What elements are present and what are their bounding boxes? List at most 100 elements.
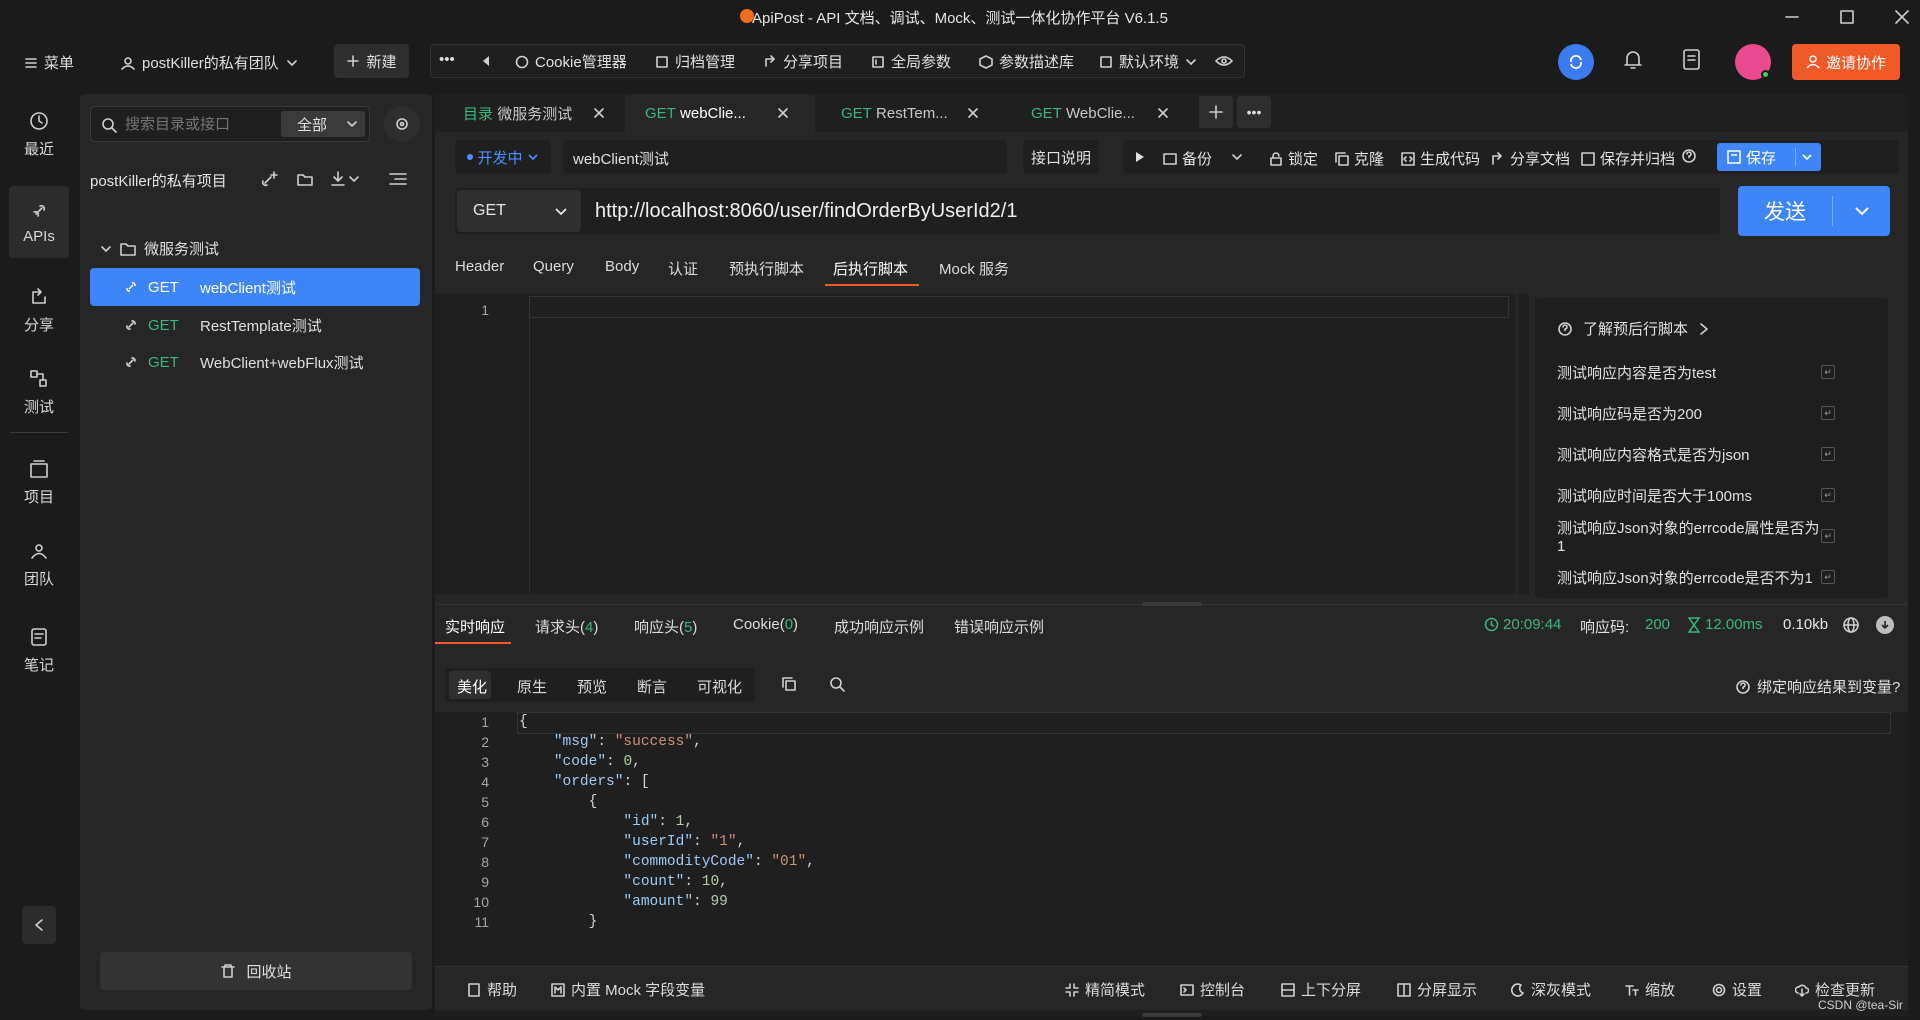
- cookie-manager-button[interactable]: Cookie管理器: [515, 51, 627, 72]
- send-button[interactable]: 发送: [1738, 186, 1890, 236]
- mock-vars-button[interactable]: 内置 Mock 字段变量: [551, 979, 705, 1000]
- script-editor[interactable]: 1: [435, 294, 1515, 594]
- collapse-nav-button[interactable]: [22, 906, 56, 944]
- bell-icon[interactable]: [1622, 48, 1644, 72]
- editor-scrollbar[interactable]: [1519, 294, 1529, 594]
- zoom-button[interactable]: 缩放: [1625, 979, 1675, 1000]
- params-lib-button[interactable]: 参数描述库: [979, 51, 1074, 72]
- nav-item-recent[interactable]: 最近: [9, 98, 69, 170]
- new-button[interactable]: 新建: [334, 44, 409, 78]
- view-tab-assert[interactable]: 断言: [637, 676, 667, 697]
- snippet-item[interactable]: 测试响应内容格式是否为json ↵: [1535, 434, 1865, 474]
- tab-query[interactable]: Query: [533, 258, 574, 275]
- add-api-icon[interactable]: [260, 170, 278, 188]
- tab-success-example[interactable]: 成功响应示例: [834, 616, 924, 637]
- split-view-button[interactable]: 分屏显示: [1397, 979, 1477, 1000]
- menu-button[interactable]: 菜单: [24, 52, 74, 73]
- request-name-input[interactable]: webClient测试: [563, 140, 1007, 174]
- help-icon[interactable]: [1681, 148, 1697, 164]
- tab-webclient[interactable]: GET webClie...: [625, 94, 815, 132]
- nav-item-apis[interactable]: APIs: [9, 186, 69, 258]
- eye-icon[interactable]: [1215, 54, 1233, 68]
- share-project-button[interactable]: 分享项目: [763, 51, 843, 72]
- console-button[interactable]: 控制台: [1180, 979, 1245, 1000]
- save-button[interactable]: 保存: [1717, 143, 1821, 171]
- tab-live-response[interactable]: 实时响应: [445, 616, 505, 637]
- method-select[interactable]: GET: [457, 190, 581, 232]
- snippet-item[interactable]: 测试响应Json对象的errcode属性是否为1 ↵: [1535, 516, 1865, 556]
- help-button[interactable]: 帮助: [467, 979, 517, 1000]
- tab-header[interactable]: Header: [455, 258, 504, 275]
- api-item-0[interactable]: GET webClient测试: [90, 268, 420, 306]
- share-doc-button[interactable]: 分享文档: [1491, 148, 1570, 169]
- minimize-icon[interactable]: [1783, 8, 1801, 26]
- filter-select[interactable]: 全部: [281, 111, 365, 137]
- chevron-down-icon[interactable]: [1231, 151, 1243, 163]
- download-icon[interactable]: [1876, 616, 1894, 634]
- snippet-item[interactable]: 测试响应Json对象的errcode是否不为1 ↵: [1535, 557, 1865, 597]
- close-window-icon[interactable]: [1893, 8, 1911, 26]
- settings-button[interactable]: 设置: [1712, 979, 1762, 1000]
- updown-split-button[interactable]: 上下分屏: [1281, 979, 1361, 1000]
- env-selector[interactable]: 默认环境: [1099, 51, 1197, 72]
- maximize-icon[interactable]: [1838, 8, 1856, 26]
- api-item-2[interactable]: GET WebClient+webFlux测试: [90, 343, 420, 381]
- add-tab-button[interactable]: [1199, 96, 1233, 128]
- status-selector[interactable]: 开发中: [455, 140, 551, 174]
- tab-auth[interactable]: 认证: [668, 258, 698, 279]
- nav-item-share[interactable]: 分享: [9, 274, 69, 346]
- global-params-button[interactable]: 全局参数: [871, 51, 951, 72]
- close-icon[interactable]: [1157, 107, 1169, 119]
- sync-icon[interactable]: [1558, 44, 1594, 80]
- gen-code-button[interactable]: 生成代码: [1401, 148, 1480, 169]
- lock-button[interactable]: 锁定: [1269, 148, 1318, 169]
- add-folder-icon[interactable]: [296, 170, 314, 188]
- backup-button[interactable]: 备份: [1163, 148, 1212, 169]
- snippets-help-link[interactable]: 了解预后行脚本: [1557, 318, 1710, 339]
- nav-item-test[interactable]: 测试: [9, 356, 69, 428]
- team-selector[interactable]: postKiller的私有团队: [120, 52, 299, 73]
- search-input[interactable]: [125, 114, 265, 134]
- archive-button[interactable]: 归档管理: [655, 51, 735, 72]
- sort-icon[interactable]: [388, 170, 408, 188]
- view-tab-raw[interactable]: 原生: [517, 676, 547, 697]
- clone-button[interactable]: 克隆: [1335, 148, 1384, 169]
- run-icon[interactable]: [1135, 151, 1145, 163]
- save-archive-button[interactable]: 保存并归档: [1581, 148, 1675, 169]
- recycle-bin-button[interactable]: 回收站: [100, 952, 412, 990]
- folder-row[interactable]: 微服务测试: [100, 238, 219, 259]
- tab-resttemplate[interactable]: GET RestTem...: [815, 94, 1005, 132]
- tab-cookie[interactable]: Cookie(0): [733, 616, 798, 633]
- view-tab-visualize[interactable]: 可视化: [697, 676, 742, 697]
- close-icon[interactable]: [593, 107, 605, 119]
- view-tab-beautify[interactable]: 美化: [457, 676, 487, 697]
- nav-item-project[interactable]: 项目: [9, 446, 69, 518]
- tab-body[interactable]: Body: [605, 258, 639, 275]
- tab-error-example[interactable]: 错误响应示例: [954, 616, 1044, 637]
- close-icon[interactable]: [967, 107, 979, 119]
- globe-icon[interactable]: [1842, 616, 1860, 634]
- api-doc-button[interactable]: 接口说明: [1023, 140, 1099, 174]
- locate-icon[interactable]: [384, 106, 420, 142]
- tab-folder[interactable]: 目录 微服务测试: [435, 94, 625, 132]
- tab-post-script[interactable]: 后执行脚本: [833, 258, 908, 279]
- tab-pre-script[interactable]: 预执行脚本: [729, 258, 804, 279]
- snippet-item[interactable]: 测试响应内容是否为test ↵: [1535, 352, 1865, 392]
- play-left-icon[interactable]: [481, 55, 491, 67]
- snippet-item[interactable]: 测试响应码是否为200 ↵: [1535, 393, 1865, 433]
- more-tabs-icon[interactable]: •••: [1237, 96, 1271, 128]
- check-update-button[interactable]: 检查更新: [1795, 979, 1875, 1000]
- search-icon[interactable]: [829, 676, 845, 692]
- view-tab-preview[interactable]: 预览: [577, 676, 607, 697]
- bind-variable-link[interactable]: 绑定响应结果到变量?: [1735, 676, 1900, 697]
- dark-mode-button[interactable]: 深灰模式: [1511, 979, 1591, 1000]
- close-icon[interactable]: [777, 107, 789, 119]
- more-icon[interactable]: •••: [439, 51, 455, 68]
- snippet-item[interactable]: 测试响应时间是否大于100ms ↵: [1535, 475, 1865, 515]
- resize-handle[interactable]: [1142, 1013, 1202, 1017]
- avatar[interactable]: [1735, 44, 1771, 80]
- tab-response-headers[interactable]: 响应头(5): [634, 616, 697, 637]
- invite-button[interactable]: 邀请协作: [1792, 44, 1900, 80]
- tab-mock[interactable]: Mock 服务: [939, 258, 1009, 279]
- tab-request-headers[interactable]: 请求头(4): [535, 616, 598, 637]
